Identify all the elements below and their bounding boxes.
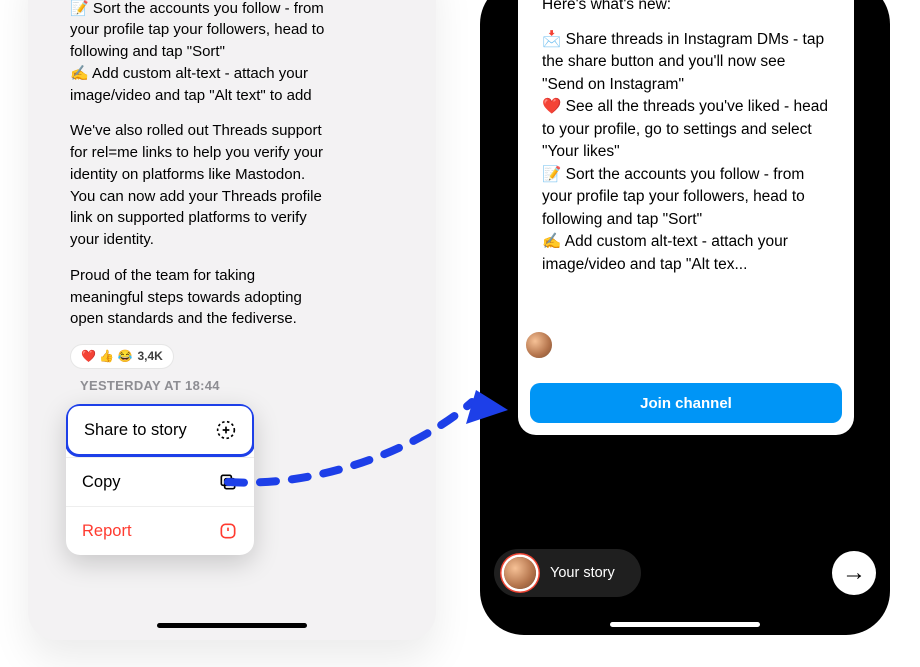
join-channel-button[interactable]: Join channel [530, 383, 842, 423]
send-story-button[interactable]: → [832, 551, 876, 595]
msg-sort: Sort the accounts you follow - from your… [70, 0, 324, 60]
your-story-label: Your story [550, 565, 615, 581]
arrow-right-icon: → [842, 559, 866, 587]
reaction-count: 3,4K [138, 348, 163, 365]
emoji-sort: 📝 [70, 0, 89, 17]
menu-item-share-to-story[interactable]: Share to story [66, 404, 254, 457]
phone-right: coming... Here's what's new: 📩 Share thr… [480, 0, 890, 635]
emoji-likes: ❤️ [542, 98, 561, 115]
reaction-badge[interactable]: ❤️ 👍 😂 3,4K [70, 344, 174, 369]
card-dm: Share threads in Instagram DMs - tap the… [542, 31, 824, 93]
msg-alt: Add custom alt-text - attach your image/… [70, 65, 312, 104]
author-avatar[interactable] [524, 330, 554, 360]
card-alt: Add custom alt-text - attach your image/… [542, 233, 788, 272]
copy-icon [218, 472, 238, 492]
share-to-story-icon [216, 420, 236, 440]
phone-left: - head to your profile, go to settings a… [28, 0, 436, 640]
menu-label-report: Report [82, 522, 132, 541]
your-story-pill[interactable]: Your story [494, 549, 641, 597]
menu-label-copy: Copy [82, 473, 121, 492]
menu-item-copy[interactable]: Copy [66, 457, 254, 506]
story-card: coming... Here's what's new: 📩 Share thr… [518, 0, 854, 435]
context-menu: Share to story Copy Report [66, 404, 254, 555]
home-indicator-right [610, 622, 760, 627]
join-channel-label: Join channel [640, 395, 732, 412]
emoji-dm: 📩 [542, 31, 561, 48]
report-icon [218, 521, 238, 541]
story-bar: Your story → [494, 549, 876, 597]
menu-item-report[interactable]: Report [66, 506, 254, 555]
timestamp: YESTERDAY AT 18:44 [80, 378, 220, 393]
msg-proud: Proud of the team for taking meaningful … [70, 267, 302, 328]
your-story-avatar [504, 557, 536, 589]
msg-relme: We've also rolled out Threads support fo… [70, 122, 323, 248]
card-likes: See all the threads you've liked - head … [542, 98, 828, 160]
emoji-sort-r: 📝 [542, 166, 561, 183]
card-new: Here's what's new: [542, 0, 671, 13]
reaction-emojis: ❤️ 👍 😂 [81, 348, 133, 365]
emoji-alt-r: ✍️ [542, 233, 561, 250]
chat-message: - head to your profile, go to settings a… [70, 0, 332, 369]
emoji-alt: ✍️ [70, 65, 89, 82]
card-sort: Sort the accounts you follow - from your… [542, 166, 805, 228]
home-indicator-left [157, 623, 307, 628]
menu-label-share: Share to story [84, 421, 187, 440]
